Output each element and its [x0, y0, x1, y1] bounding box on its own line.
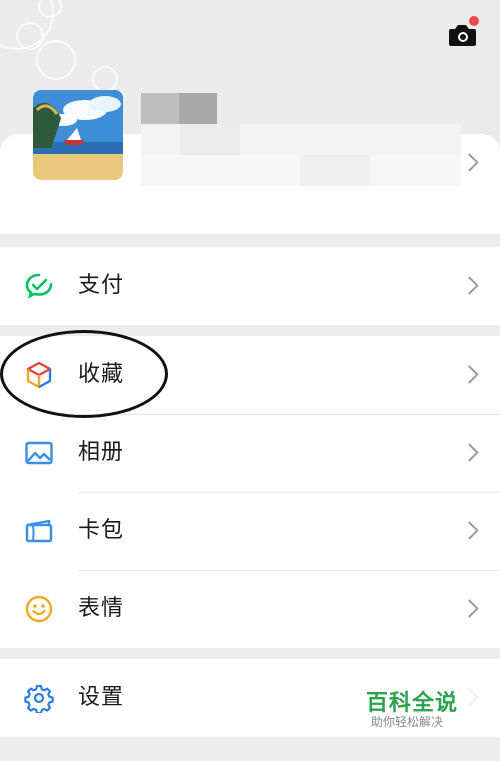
chevron-right-icon	[460, 521, 479, 540]
blurred-wechat-id	[180, 124, 240, 155]
menu-item-album[interactable]: 相册	[0, 414, 500, 492]
chevron-right-icon	[460, 365, 479, 384]
menu-item-label: 相册	[78, 440, 125, 465]
menu-item-pay[interactable]: 支付	[0, 247, 500, 325]
menu-item-label: 表情	[78, 596, 125, 621]
notification-dot	[469, 16, 479, 26]
chevron-right-icon	[460, 276, 479, 295]
chevron-right-icon	[460, 443, 479, 462]
smiley-face-icon	[24, 594, 54, 624]
decorative-bubble	[16, 22, 44, 50]
decorative-bubble	[38, 0, 62, 18]
menu-item-label: 卡包	[78, 518, 125, 543]
avatar-image	[33, 90, 123, 180]
blurred-wechat-id	[300, 155, 370, 186]
gear-icon	[24, 683, 54, 715]
annotation-highlight-oval	[0, 330, 168, 418]
chevron-right-icon	[460, 599, 479, 618]
menu-item-cards[interactable]: 卡包	[0, 492, 500, 570]
album-image-icon	[24, 438, 54, 468]
camera-button[interactable]	[446, 16, 480, 50]
watermark-subtitle: 助你轻松解决	[371, 715, 444, 729]
menu-item-label: 设置	[78, 685, 125, 710]
menu-item-label: 支付	[78, 273, 125, 298]
blurred-nickname	[141, 93, 179, 124]
blurred-nickname	[179, 93, 217, 124]
decorative-bubble	[92, 66, 118, 92]
decorative-bubble	[36, 40, 76, 80]
pay-card: 支付	[0, 247, 500, 325]
wechat-pay-icon	[24, 271, 54, 301]
menu-item-stickers[interactable]: 表情	[0, 570, 500, 648]
camera-icon	[449, 16, 479, 46]
card-wallet-icon	[24, 516, 54, 546]
avatar[interactable]	[33, 90, 123, 180]
